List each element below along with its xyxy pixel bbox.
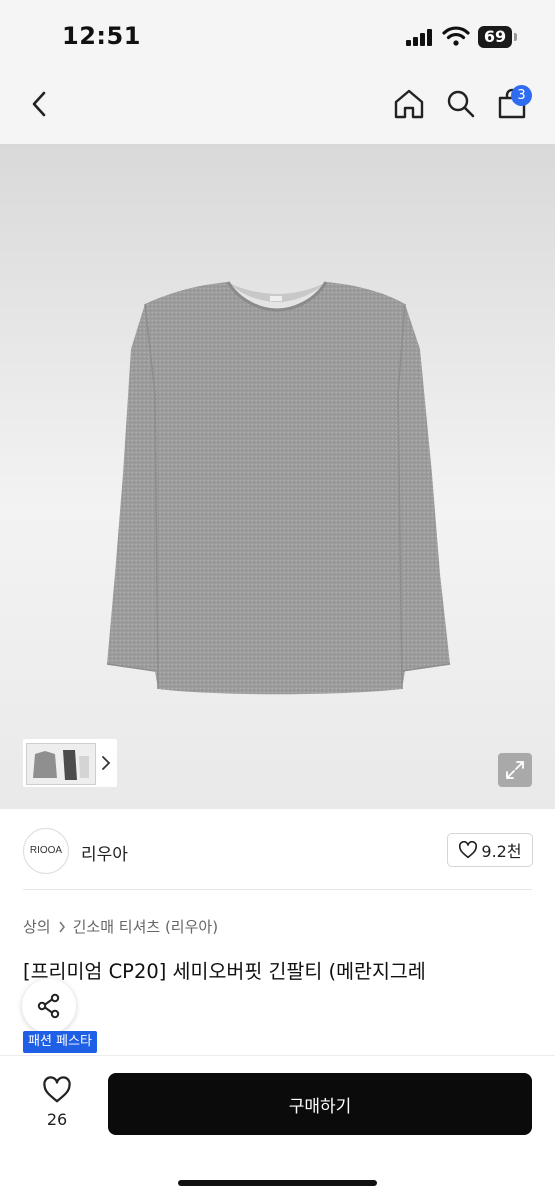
home-icon (394, 89, 424, 119)
chevron-right-icon (59, 921, 65, 932)
nav-bar (0, 66, 555, 144)
breadcrumb-subcategory[interactable]: 긴소매 티셔츠 (리우아) (73, 916, 218, 937)
product-image-gallery[interactable] (0, 144, 555, 809)
breadcrumb: 상의 긴소매 티셔츠 (리우아) (23, 916, 218, 937)
heart-icon (43, 1076, 71, 1103)
seller-logo[interactable]: RIOOA (23, 828, 69, 874)
seller-like-count: 9.2천 (481, 842, 522, 861)
home-indicator (178, 1180, 377, 1186)
thumbnail-image[interactable] (26, 743, 96, 785)
back-button[interactable] (22, 86, 58, 122)
cart-count-badge: 3 (511, 85, 532, 106)
status-bar: 12:51 69 (0, 0, 555, 66)
product-photo (106, 281, 451, 695)
search-icon (447, 90, 475, 118)
breadcrumb-category[interactable]: 상의 (23, 916, 51, 937)
product-title: [프리미엄 CP20] 세미오버핏 긴팔티 (메란지그레 (23, 960, 426, 983)
battery-level: 69 (478, 26, 512, 48)
seller-name[interactable]: 리우아 (81, 840, 128, 865)
chevron-left-icon (32, 91, 46, 117)
seller-like-button[interactable]: 9.2천 (447, 833, 533, 867)
search-button[interactable] (443, 86, 479, 122)
thumbnail-strip[interactable] (23, 739, 117, 787)
status-time: 12:51 (62, 22, 141, 50)
home-button[interactable] (391, 86, 427, 122)
heart-icon (459, 841, 478, 859)
expand-image-button[interactable] (498, 753, 532, 787)
thumbnail-next-button[interactable] (98, 751, 114, 775)
expand-icon (506, 761, 524, 779)
divider (23, 889, 532, 890)
buy-button[interactable]: 구매하기 (108, 1073, 532, 1135)
chevron-right-icon (102, 756, 111, 770)
cellular-signal-icon (406, 29, 432, 46)
wishlist-button[interactable]: 26 (34, 1074, 80, 1134)
promo-badge: 패션 페스타 (23, 1031, 97, 1053)
wishlist-count: 26 (46, 1110, 68, 1129)
battery-icon: 69 (478, 26, 518, 48)
seller-row[interactable]: RIOOA 리우아 9.2천 (23, 828, 533, 874)
wifi-icon (442, 26, 470, 46)
share-button[interactable] (22, 979, 76, 1033)
share-icon (37, 993, 60, 1019)
thumbnail-photo (27, 744, 95, 784)
